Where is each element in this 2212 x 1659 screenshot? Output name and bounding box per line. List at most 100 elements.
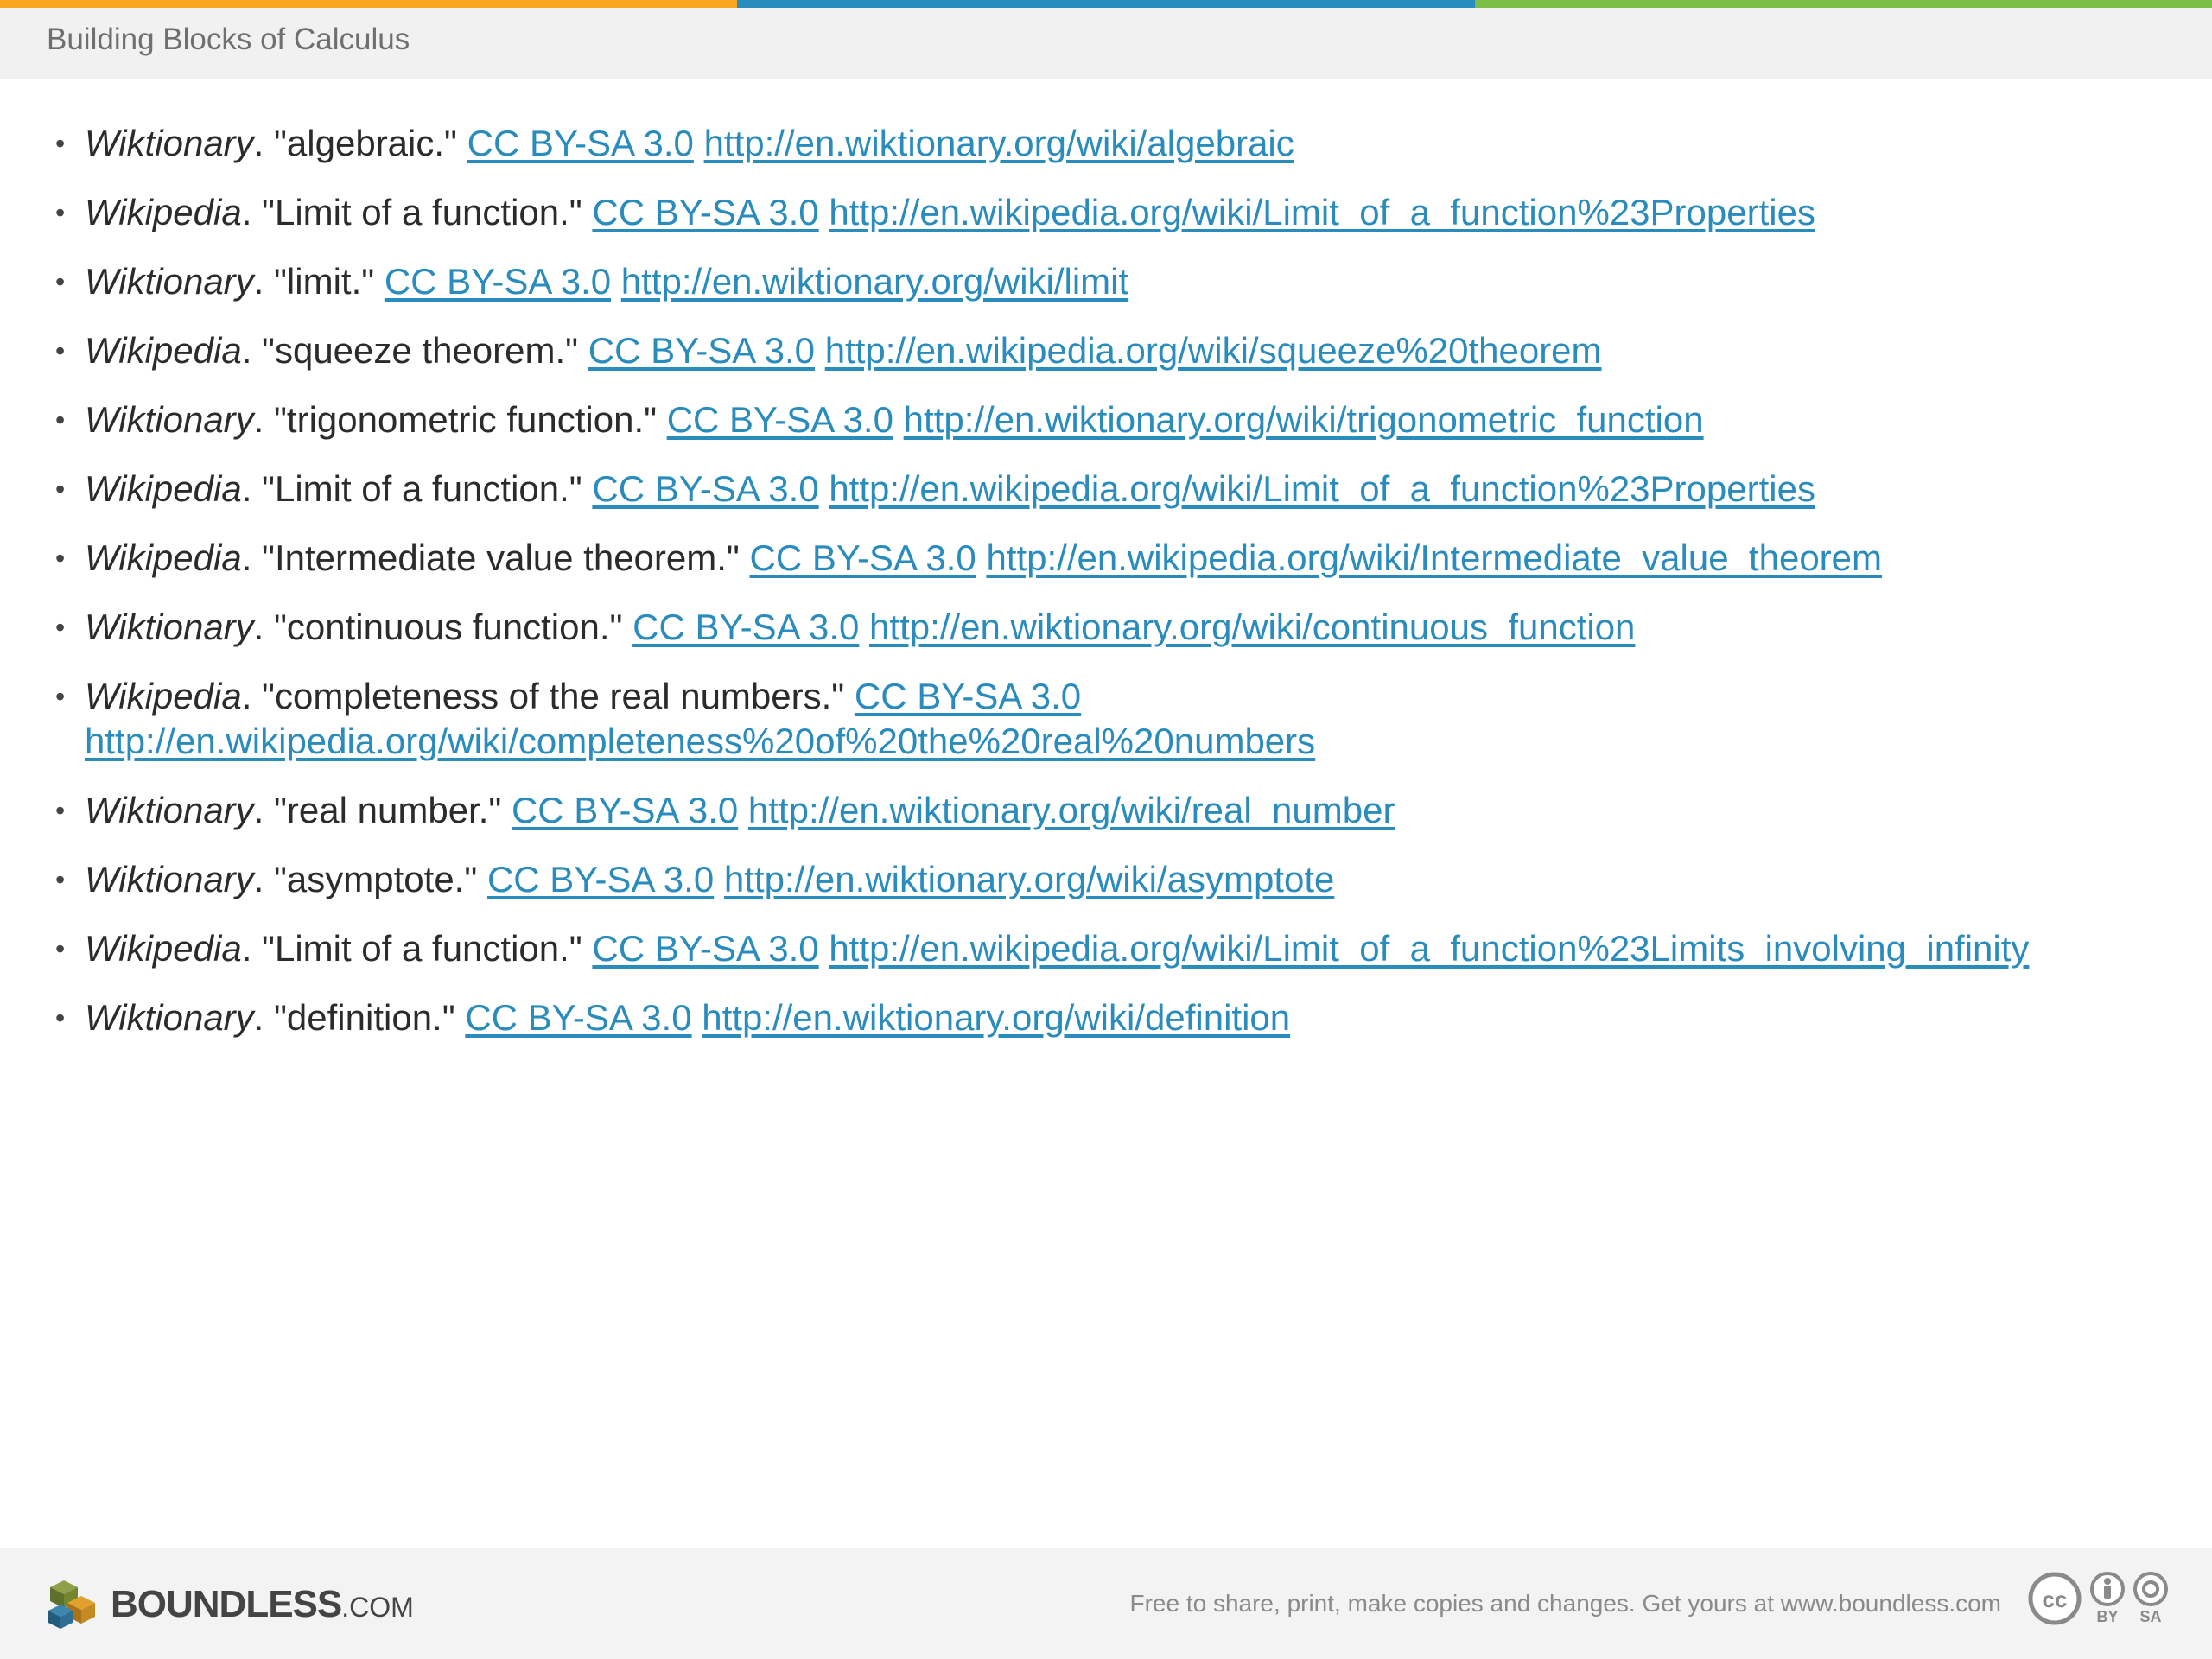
- top-bar-green: [1474, 0, 2212, 8]
- page-title: Building Blocks of Calculus: [47, 22, 410, 56]
- sa-badge: SA: [2133, 1571, 2169, 1624]
- license-link[interactable]: CC BY-SA 3.0: [465, 997, 691, 1038]
- bullet-icon: •: [55, 128, 66, 159]
- reference-source: Wiktionary: [85, 399, 254, 440]
- top-color-bar: [0, 0, 2212, 8]
- bullet-icon: •: [55, 612, 66, 643]
- license-link[interactable]: CC BY-SA 3.0: [512, 790, 738, 830]
- reference-source: Wiktionary: [85, 261, 254, 302]
- header: Building Blocks of Calculus: [0, 8, 2212, 79]
- bullet-icon: •: [55, 543, 66, 574]
- reference-term: "real number.": [274, 790, 502, 830]
- share-notice: Free to share, print, make copies and ch…: [1129, 1590, 2001, 1617]
- source-url-link[interactable]: http://en.wiktionary.org/wiki/real_numbe…: [748, 790, 1395, 830]
- reference-term: "algebraic.": [274, 123, 457, 163]
- reference-source: Wiktionary: [85, 123, 254, 163]
- source-period: .: [253, 997, 275, 1038]
- reference-source: Wiktionary: [85, 790, 254, 830]
- reference-source: Wikipedia: [85, 192, 242, 232]
- source-url-link[interactable]: http://en.wikipedia.org/wiki/Intermediat…: [986, 537, 1882, 578]
- reference-term: "completeness of the real numbers.": [262, 676, 845, 716]
- license-link[interactable]: CC BY-SA 3.0: [588, 330, 815, 371]
- reference-item: • Wiktionary. "continuous function." CC B…: [0, 605, 2143, 650]
- reference-source: Wikipedia: [85, 468, 242, 509]
- license-link[interactable]: CC BY-SA 3.0: [667, 399, 893, 440]
- license-link[interactable]: CC BY-SA 3.0: [632, 607, 859, 647]
- reference-term: "trigonometric function.": [274, 399, 658, 440]
- bullet-icon: •: [55, 266, 66, 297]
- source-url-link[interactable]: http://en.wikipedia.org/wiki/Limit_of_a_…: [829, 928, 2029, 969]
- reference-term: "squeeze theorem.": [262, 330, 579, 371]
- bullet-icon: •: [55, 681, 66, 712]
- top-bar-orange: [0, 0, 738, 8]
- bullet-icon: •: [55, 404, 66, 435]
- reference-item: • Wikipedia. "Limit of a function." CC BY…: [0, 190, 2143, 235]
- reference-term: "definition.": [274, 997, 455, 1038]
- reference-source: Wikipedia: [85, 928, 242, 969]
- bullet-icon: •: [55, 795, 66, 826]
- source-url-link[interactable]: http://en.wiktionary.org/wiki/definition: [702, 997, 1290, 1038]
- creative-commons-icon: cc: [2028, 1572, 2082, 1625]
- license-link[interactable]: CC BY-SA 3.0: [750, 537, 976, 578]
- reference-source: Wikipedia: [85, 537, 242, 578]
- license-link[interactable]: CC BY-SA 3.0: [487, 859, 714, 899]
- bullet-icon: •: [55, 1002, 66, 1033]
- source-url-link[interactable]: http://en.wikipedia.org/wiki/completenes…: [85, 721, 1315, 761]
- reference-term: "Limit of a function.": [262, 928, 582, 969]
- source-url-link[interactable]: http://en.wiktionary.org/wiki/algebraic: [704, 123, 1294, 163]
- source-url-link[interactable]: http://en.wikipedia.org/wiki/Limit_of_a_…: [829, 192, 1815, 232]
- reference-item: • Wikipedia. "Intermediate value theorem.…: [0, 536, 2143, 581]
- reference-item: • Wiktionary. "algebraic." CC BY-SA 3.0 h…: [0, 121, 2143, 166]
- reference-source: Wiktionary: [85, 607, 254, 647]
- bullet-icon: •: [55, 335, 66, 366]
- source-period: .: [241, 537, 263, 578]
- reference-item: • Wikipedia. "Limit of a function." CC BY…: [0, 467, 2143, 512]
- license-link[interactable]: CC BY-SA 3.0: [592, 468, 818, 509]
- license-link[interactable]: CC BY-SA 3.0: [467, 123, 694, 163]
- source-period: .: [253, 607, 275, 647]
- reference-source: Wikipedia: [85, 330, 242, 371]
- reference-item: • Wiktionary. "trigonometric function." C…: [0, 397, 2143, 442]
- boundless-logo[interactable]: BOUNDLESS.COM: [45, 1574, 414, 1635]
- reference-source: Wikipedia: [85, 676, 242, 716]
- bullet-icon: •: [55, 474, 66, 505]
- reference-term: "asymptote.": [274, 859, 478, 899]
- reference-item: • Wiktionary. "asymptote." CC BY-SA 3.0 h…: [0, 857, 2143, 902]
- bullet-icon: •: [55, 933, 66, 964]
- license-link[interactable]: CC BY-SA 3.0: [385, 261, 611, 302]
- source-url-link[interactable]: http://en.wiktionary.org/wiki/asymptote: [724, 859, 1335, 899]
- source-url-link[interactable]: http://en.wiktionary.org/wiki/limit: [621, 261, 1128, 302]
- source-period: .: [241, 676, 263, 716]
- cc-license-badges[interactable]: cc BY SA: [2027, 1571, 2176, 1626]
- by-label: BY: [2096, 1608, 2119, 1625]
- sa-label: SA: [2139, 1608, 2162, 1625]
- brand-name: BOUNDLESS.COM: [111, 1583, 414, 1625]
- reference-term: "continuous function.": [274, 607, 623, 647]
- license-link[interactable]: CC BY-SA 3.0: [592, 928, 818, 969]
- bullet-icon: •: [55, 197, 66, 228]
- bullet-icon: •: [55, 864, 66, 895]
- license-link[interactable]: CC BY-SA 3.0: [592, 192, 818, 232]
- source-period: .: [253, 123, 275, 163]
- reference-item: • Wikipedia. "squeeze theorem." CC BY-SA …: [0, 328, 2143, 373]
- source-period: .: [253, 859, 275, 899]
- cc-badge: cc: [2027, 1571, 2082, 1626]
- source-url-link[interactable]: http://en.wikipedia.org/wiki/Limit_of_a_…: [829, 468, 1815, 509]
- reference-item: • Wikipedia. "Limit of a function." CC BY…: [0, 926, 2143, 971]
- license-link[interactable]: CC BY-SA 3.0: [855, 676, 1081, 716]
- source-period: .: [241, 192, 263, 232]
- attribution-person-icon: [2090, 1572, 2125, 1606]
- reference-term: "Limit of a function.": [262, 192, 582, 232]
- reference-term: "Limit of a function.": [262, 468, 582, 509]
- source-url-link[interactable]: http://en.wikipedia.org/wiki/squeeze%20t…: [825, 330, 1602, 371]
- top-bar-blue: [737, 0, 1475, 8]
- share-alike-icon: [2133, 1572, 2168, 1606]
- reference-item: • Wiktionary. "real number." CC BY-SA 3.0…: [0, 788, 2143, 833]
- source-period: .: [253, 790, 275, 830]
- boundless-cubes-icon: [48, 1580, 95, 1629]
- reference-list: • Wiktionary. "algebraic." CC BY-SA 3.0 h…: [0, 121, 2143, 1065]
- source-url-link[interactable]: http://en.wiktionary.org/wiki/continuous…: [869, 607, 1635, 647]
- reference-item: • Wiktionary. "limit." CC BY-SA 3.0 http:…: [0, 259, 2143, 304]
- footer: BOUNDLESS.COM Free to share, print, make…: [0, 1548, 2212, 1659]
- source-url-link[interactable]: http://en.wiktionary.org/wiki/trigonomet…: [904, 399, 1704, 440]
